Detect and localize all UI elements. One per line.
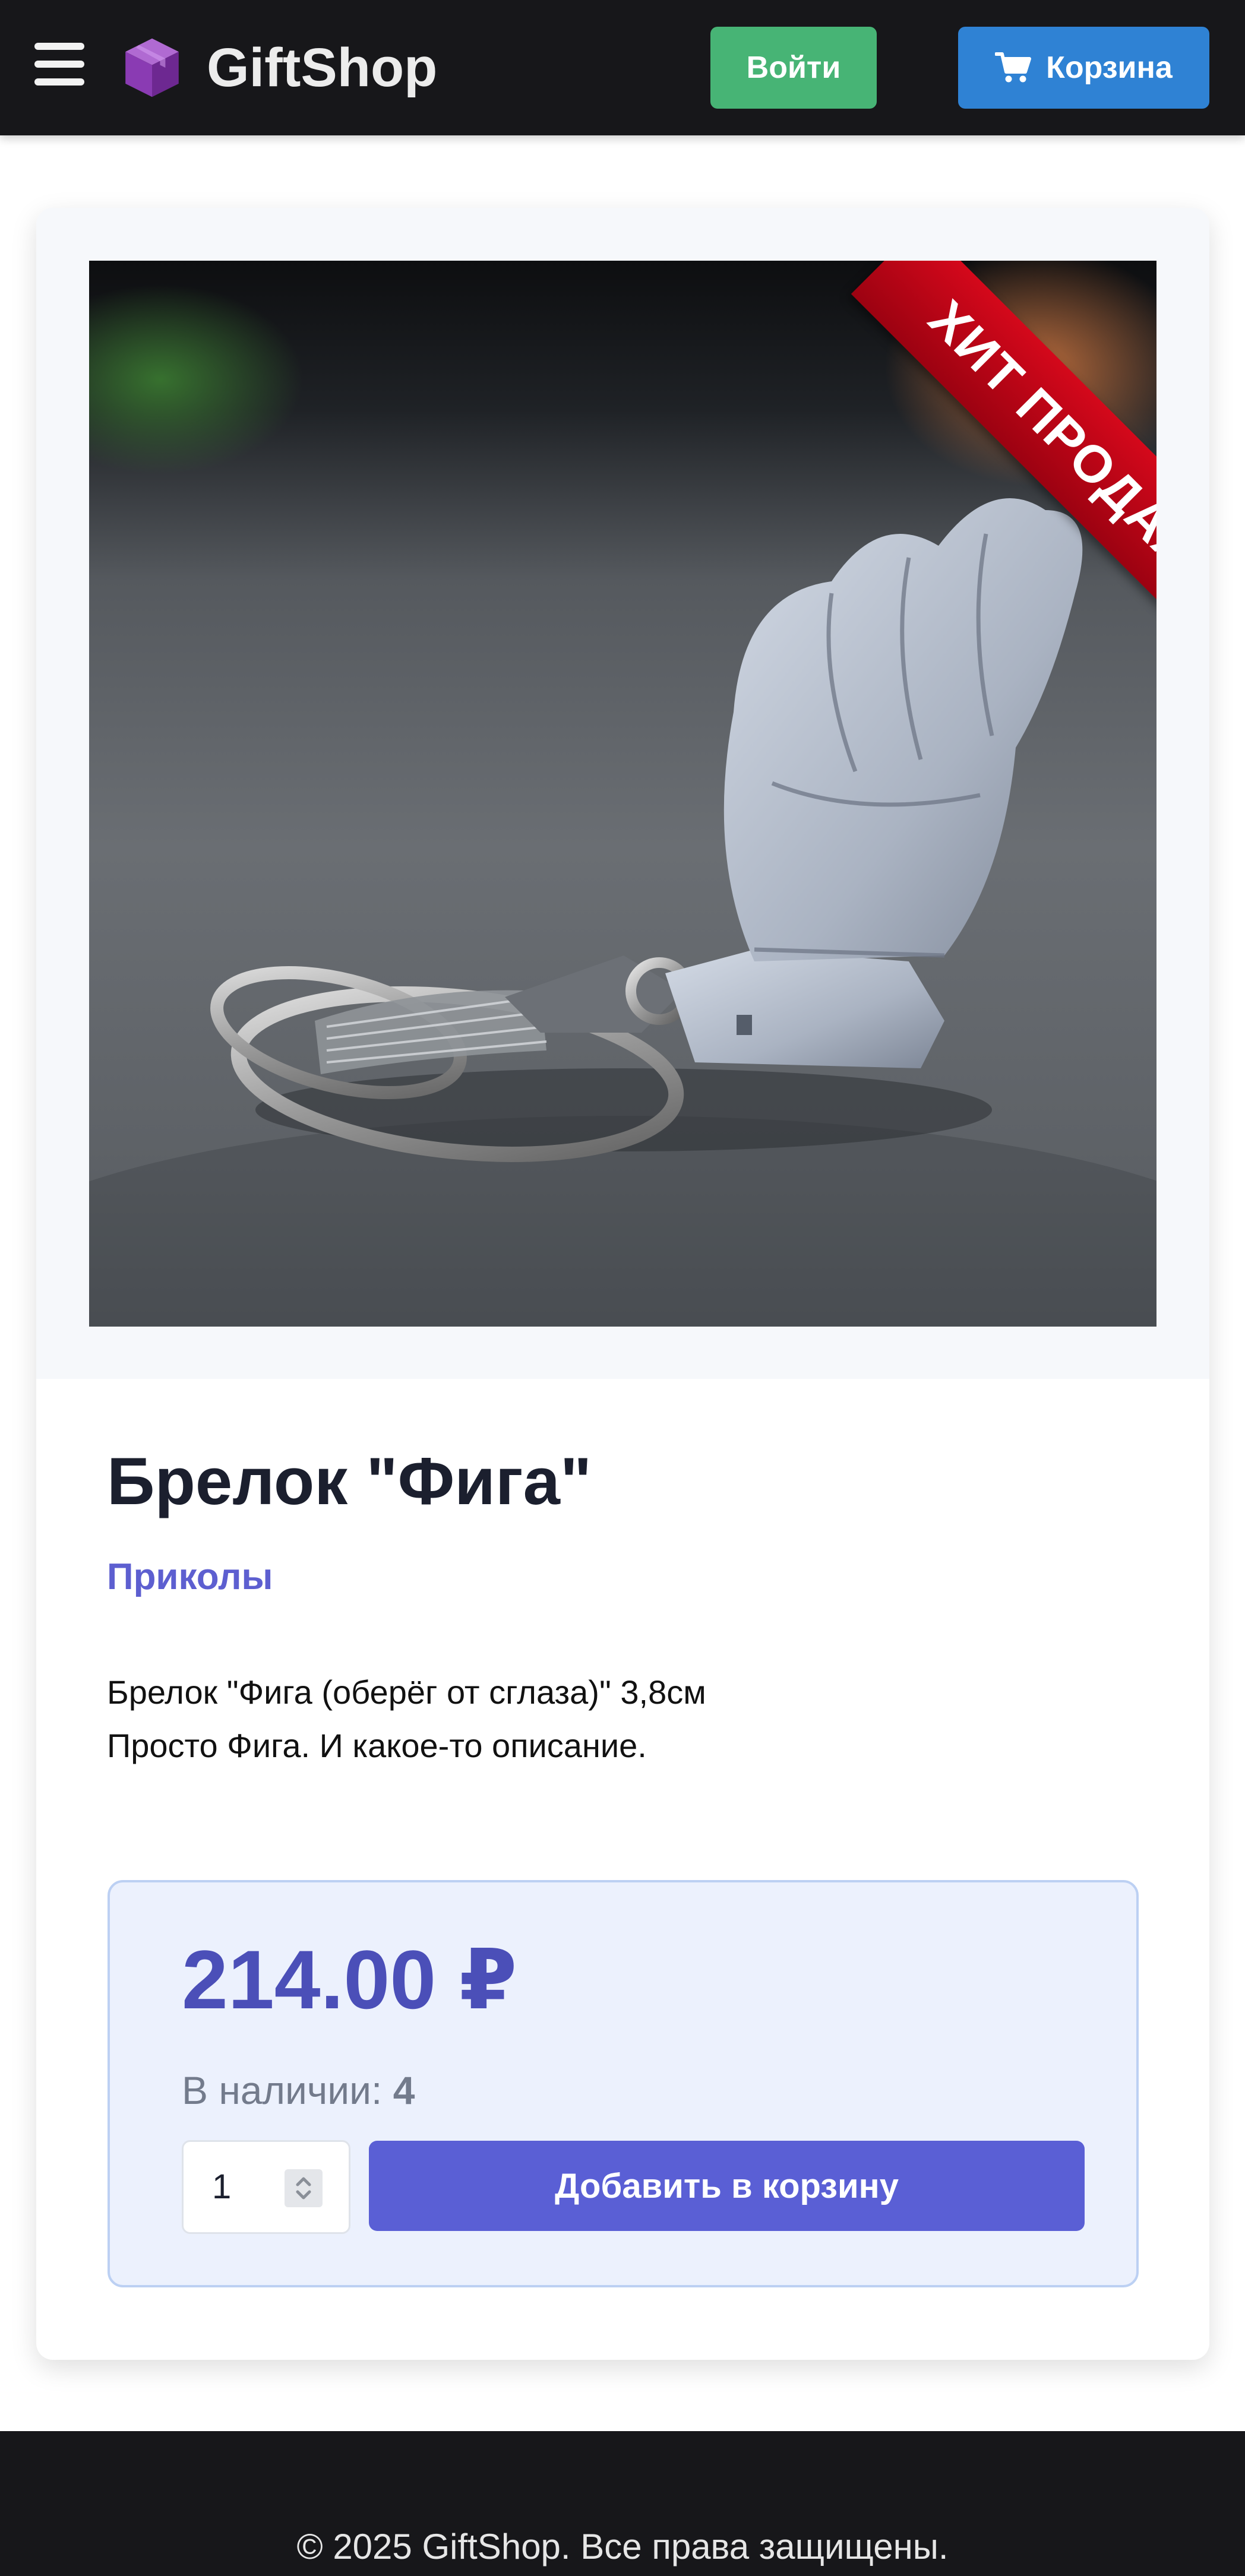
add-to-cart-button[interactable]: Добавить в корзину	[369, 2141, 1085, 2231]
bestseller-ribbon: ХИТ ПРОДАЖ	[788, 261, 1156, 629]
brand-name[interactable]: GiftShop	[207, 33, 437, 102]
quantity-value[interactable]: 1	[212, 2142, 231, 2232]
product-description: Брелок "Фига (оберёг от сглаза)" 3,8см П…	[107, 1666, 1117, 1773]
site-header: GiftShop Войти Корзина	[0, 0, 1245, 135]
product-title: Брелок "Фига"	[107, 1444, 592, 1518]
description-line: Просто Фига. И какое-то описание.	[107, 1727, 647, 1764]
cart-button[interactable]: Корзина	[958, 27, 1209, 109]
bestseller-ribbon-label: ХИТ ПРОДАЖ	[851, 261, 1156, 629]
stock-label: В наличии:	[182, 2068, 383, 2112]
product-category-link[interactable]: Приколы	[107, 1556, 273, 1599]
spinner-arrows-icon[interactable]	[285, 2169, 323, 2207]
shopping-cart-icon	[995, 52, 1032, 83]
copyright-text: © 2025 GiftShop. Все права защищены.	[296, 2527, 949, 2566]
purchase-panel: 214.00 ₽ В наличии: 4 1 Добавить в корзи…	[108, 1880, 1139, 2287]
cart-button-label: Корзина	[1046, 50, 1173, 85]
site-footer: © 2025 GiftShop. Все права защищены.	[0, 2431, 1245, 2576]
product-image-area: ХИТ ПРОДАЖ	[36, 208, 1209, 1379]
stock-info: В наличии: 4	[182, 2067, 415, 2114]
product-card: ХИТ ПРОДАЖ Брелок "Фига" Приколы Брелок …	[36, 208, 1209, 2360]
stock-count: 4	[393, 2068, 415, 2112]
hamburger-icon[interactable]	[34, 43, 84, 86]
product-image: ХИТ ПРОДАЖ	[89, 261, 1156, 1327]
description-line: Брелок "Фига (оберёг от сглаза)" 3,8см	[107, 1673, 706, 1711]
box-icon	[125, 38, 179, 97]
login-button[interactable]: Войти	[710, 27, 877, 109]
quantity-stepper[interactable]: 1	[182, 2140, 350, 2234]
product-price: 214.00 ₽	[182, 1933, 517, 2026]
